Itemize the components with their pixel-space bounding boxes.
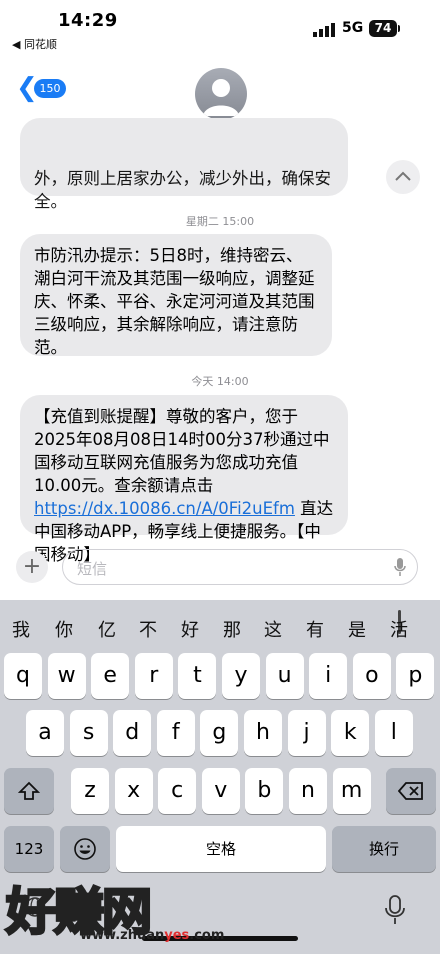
plus-icon: + (22, 554, 42, 579)
delete-icon (397, 782, 423, 800)
key-c[interactable]: c (158, 768, 197, 814)
message-timestamp: 星期二 15:00 (185, 215, 255, 228)
candidate-word[interactable]: 你 (55, 616, 73, 642)
key-i[interactable]: i (309, 653, 348, 699)
key-r[interactable]: r (134, 653, 173, 699)
message-timestamp: 今天 14:00 (191, 375, 249, 388)
key-n[interactable]: n (289, 768, 327, 814)
message-bubble[interactable]: 外，原则上居家办公，减少外出，确保安全。 (20, 118, 348, 211)
candidate-word[interactable]: 有 (306, 616, 324, 642)
message-bubble[interactable]: 【充值到账提醒】尊敬的客户，您于2025年08月08日14时00分37秒通过中国… (20, 395, 348, 564)
battery-level: 74 (369, 20, 397, 37)
unread-count-badge: 150 (34, 79, 66, 98)
watermark-url-suffix: .com (189, 928, 225, 943)
key-p[interactable]: p (396, 653, 435, 699)
space-key[interactable]: 空格 (116, 826, 326, 872)
key-a[interactable]: a (26, 710, 64, 756)
key-v[interactable]: v (201, 768, 240, 814)
key-k[interactable]: k (331, 710, 370, 756)
key-l[interactable]: l (374, 710, 413, 756)
key-f[interactable]: f (156, 710, 195, 756)
key-u[interactable]: u (265, 653, 304, 699)
watermark-url-prefix: www.zhuan (80, 928, 165, 943)
contact-avatar[interactable] (195, 68, 247, 120)
network-type: 5G (342, 20, 364, 36)
person-icon (203, 79, 239, 116)
dictation-mic-icon[interactable] (384, 895, 406, 929)
message-text: 外，原则上居家办公，减少外出，确保安全。 (34, 169, 331, 211)
mic-icon[interactable] (393, 557, 407, 581)
watermark-url: www.zhuanyes.com (80, 928, 224, 943)
emoji-key[interactable] (60, 826, 110, 872)
key-b[interactable]: b (245, 768, 284, 814)
message-text: 市防汛办提示：5日8时，维持密云、潮白河干流及其范围一级响应，调整延庆、怀柔、平… (34, 246, 315, 357)
key-m[interactable]: m (332, 768, 371, 814)
back-to-app-link[interactable]: ◀ 同花顺 (12, 36, 57, 52)
shift-key[interactable] (4, 768, 54, 814)
key-x[interactable]: x (114, 768, 153, 814)
shift-icon (17, 781, 41, 800)
delete-key[interactable] (386, 768, 436, 814)
chevron-up-icon (395, 171, 411, 181)
scroll-up-button[interactable] (386, 160, 420, 194)
key-h[interactable]: h (244, 710, 282, 756)
message-text: 【充值到账提醒】尊敬的客户，您于2025年08月08日14时00分37秒通过中国… (34, 407, 330, 495)
key-q[interactable]: q (4, 653, 42, 699)
status-time: 14:29 (58, 10, 118, 31)
candidate-word[interactable]: 好 (181, 616, 199, 642)
key-o[interactable]: o (352, 653, 391, 699)
message-input-placeholder: 短信 (77, 560, 108, 578)
candidate-word[interactable]: 活 (390, 616, 408, 642)
cellular-signal-icon (313, 22, 337, 41)
candidate-word[interactable]: 不 (139, 616, 157, 642)
key-e[interactable]: e (91, 653, 130, 699)
key-w[interactable]: w (47, 653, 86, 699)
numbers-key[interactable]: 123 (4, 826, 54, 872)
add-attachment-button[interactable]: + (16, 551, 48, 583)
candidate-word[interactable]: 我 (12, 616, 30, 642)
candidate-word[interactable]: 这 (264, 616, 282, 642)
message-bubble[interactable]: 市防汛办提示：5日8时，维持密云、潮白河干流及其范围一级响应，调整延庆、怀柔、平… (20, 234, 332, 357)
key-g[interactable]: g (200, 710, 239, 756)
message-input[interactable]: 短信 (62, 549, 418, 585)
emoji-icon (74, 838, 96, 860)
key-y[interactable]: y (222, 653, 260, 699)
message-link[interactable]: https://dx.10086.cn/A/0Fi2uEfm (34, 499, 295, 518)
back-button[interactable]: ❮ 150 (16, 75, 68, 102)
key-t[interactable]: t (178, 653, 217, 699)
key-d[interactable]: d (113, 710, 152, 756)
key-j[interactable]: j (287, 710, 326, 756)
watermark-url-highlight: yes (164, 928, 190, 943)
candidate-word[interactable]: 亿 (98, 616, 116, 642)
key-z[interactable]: z (71, 768, 109, 814)
battery-tip (398, 25, 400, 32)
candidate-word[interactable]: 那 (223, 616, 241, 642)
return-key[interactable]: 换行 (332, 826, 436, 872)
key-s[interactable]: s (69, 710, 108, 756)
candidate-word[interactable]: 是 (348, 616, 366, 642)
